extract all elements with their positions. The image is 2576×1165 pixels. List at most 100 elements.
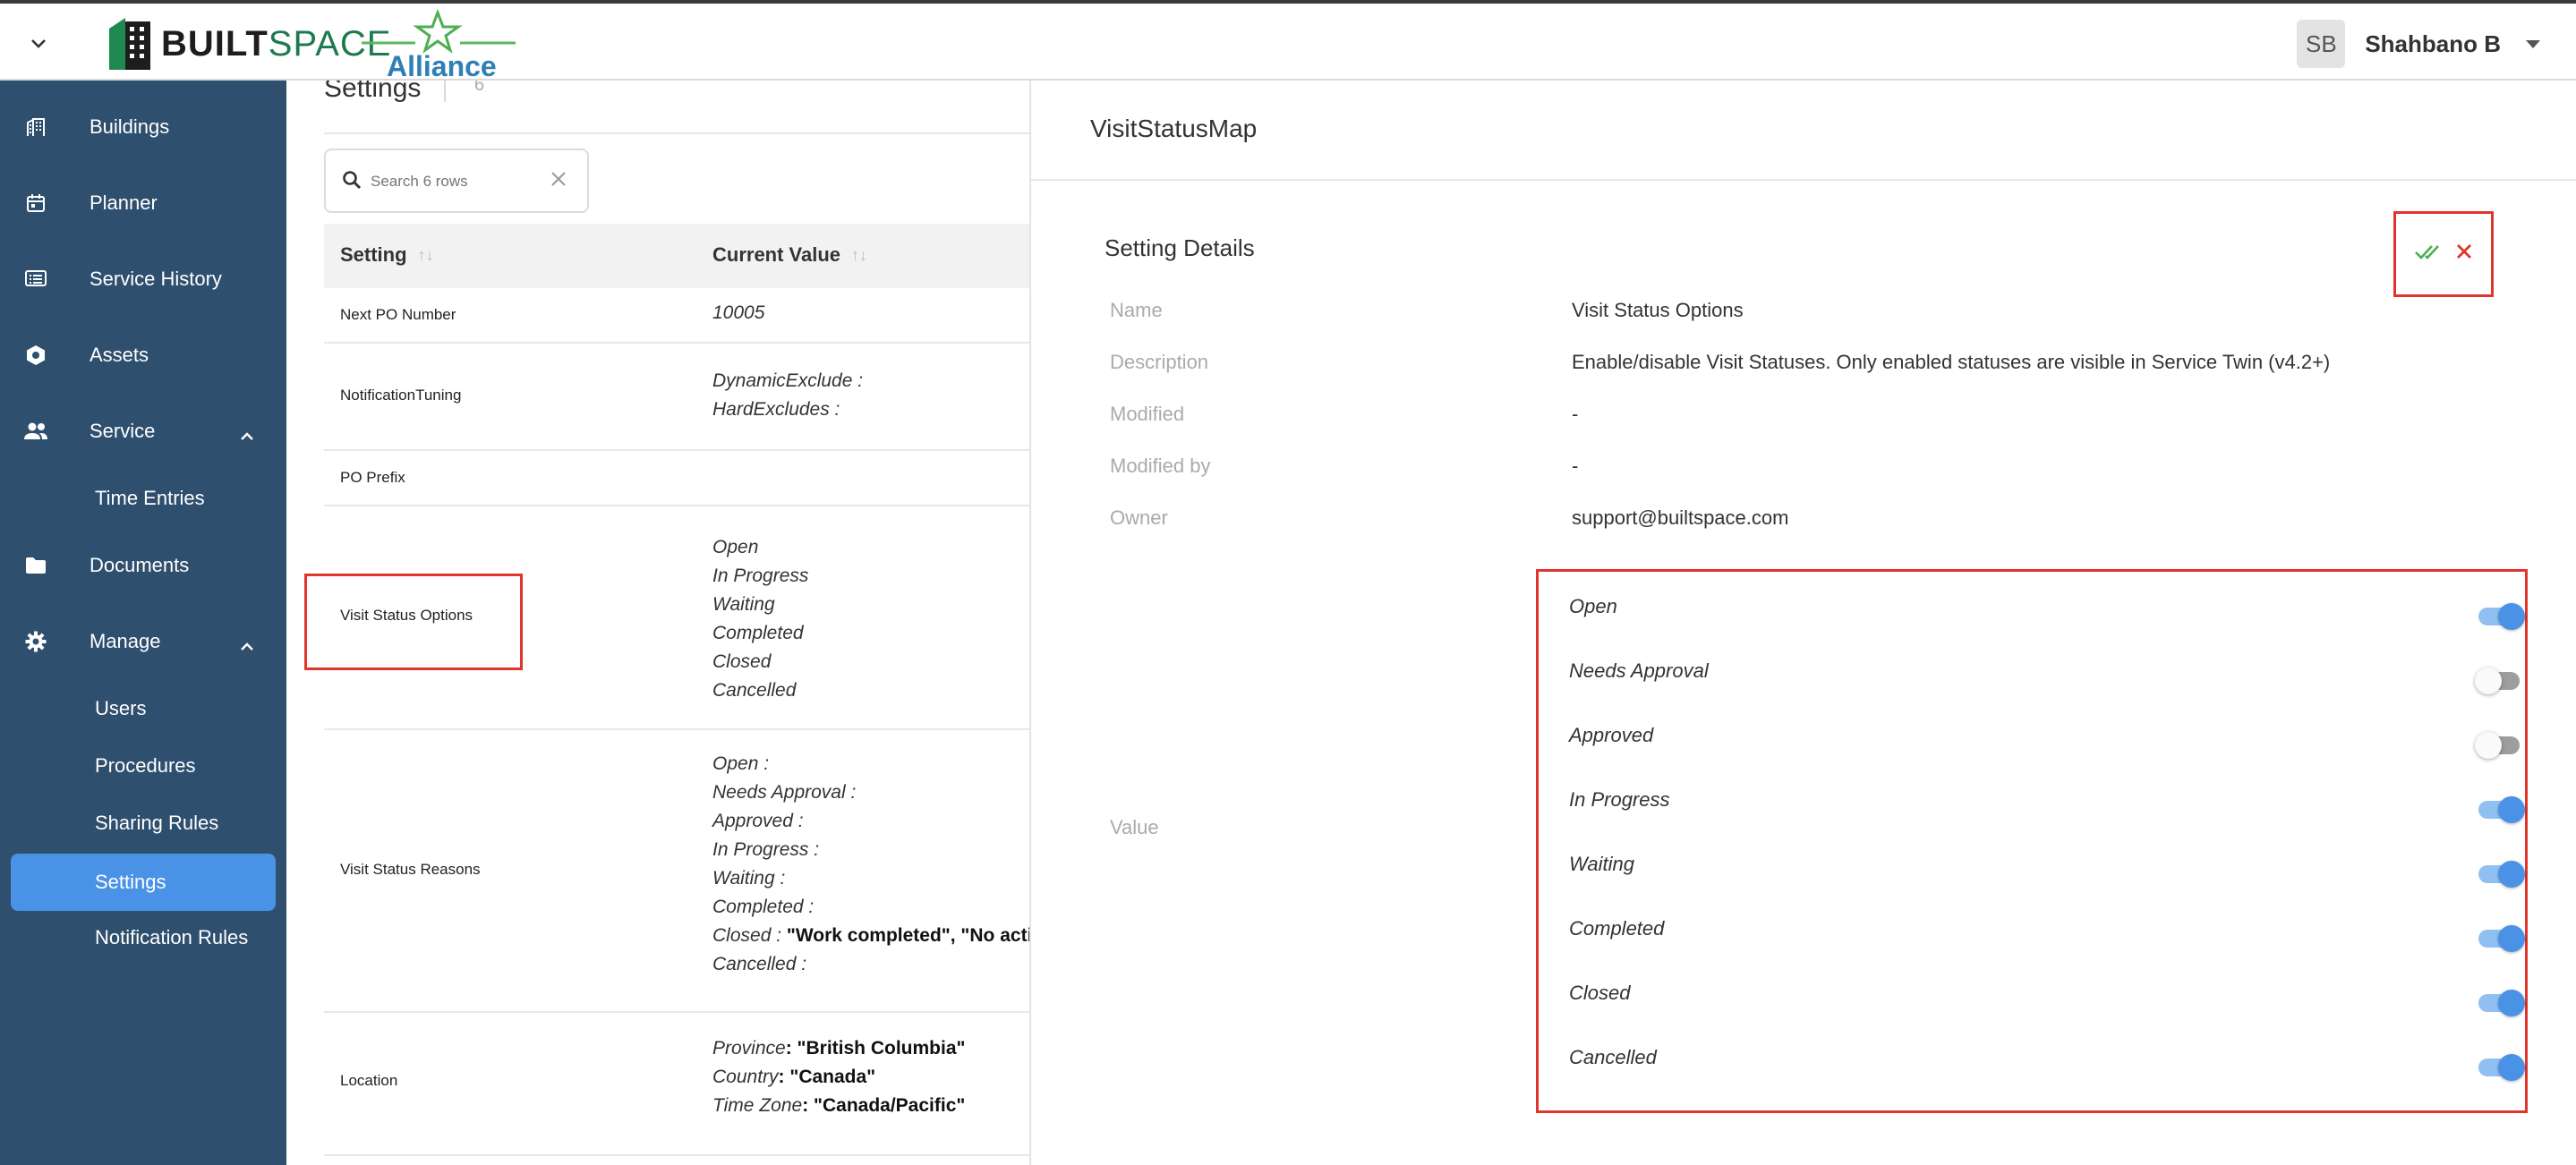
sidebar-item-users[interactable]: Users — [0, 686, 286, 731]
section-title: Setting Details — [1105, 234, 1255, 261]
building-logo-icon — [109, 18, 150, 70]
status-row-open: Open — [1569, 591, 2525, 645]
toggle-approved[interactable] — [2475, 732, 2520, 759]
page-title: Settings — [324, 81, 422, 103]
toggle-completed[interactable] — [2478, 925, 2525, 952]
field-value-description: Enable/disable Visit Statuses. Only enab… — [1572, 351, 2331, 373]
highlight-box — [304, 574, 523, 670]
field-label-description: Description — [1110, 351, 1209, 373]
status-row-in-progress: In Progress — [1569, 785, 2525, 838]
sidebar-item-documents[interactable]: Documents — [0, 539, 286, 592]
alliance-label: Alliance — [387, 50, 497, 82]
sidebar-item-service[interactable]: Service — [0, 404, 286, 458]
setting-name: Visit Status Reasons — [340, 861, 481, 878]
setting-name: PO Prefix — [340, 469, 405, 486]
user-menu[interactable]: SB Shahbano B — [2297, 20, 2540, 68]
setting-name: Next PO Number — [340, 306, 456, 323]
search-box — [324, 149, 589, 213]
setting-value: DynamicExclude : HardExcludes : — [712, 370, 864, 420]
edit-actions — [2393, 211, 2494, 297]
setting-name: NotificationTuning — [340, 387, 462, 404]
user-name: Shahbano B — [2365, 30, 2501, 57]
setting-value: Open : Needs Approval : Approved : In Pr… — [712, 753, 1031, 974]
chevron-up-icon — [240, 424, 254, 447]
caret-down-icon — [2526, 39, 2540, 48]
list-icon — [23, 267, 48, 292]
column-header-current-value[interactable]: Current Value ↑↓ — [712, 243, 867, 267]
status-row-needs-approval: Needs Approval — [1569, 656, 2520, 710]
toggle-needs-approval[interactable] — [2475, 668, 2520, 694]
close-icon[interactable] — [2455, 242, 2473, 265]
toggle-waiting[interactable] — [2478, 861, 2525, 888]
building-icon — [23, 115, 48, 140]
toggle-in-progress[interactable] — [2478, 796, 2525, 823]
settings-table-panel: Settings 6 Setting ↑↓ Current Value ↑↓ N… — [286, 81, 1031, 1165]
calendar-icon — [23, 191, 48, 216]
title-divider — [444, 81, 446, 102]
folder-icon — [23, 553, 48, 578]
search-input[interactable] — [371, 168, 541, 195]
sidebar-item-planner[interactable]: Planner — [0, 176, 286, 230]
status-row-waiting: Waiting — [1569, 849, 2525, 903]
sidebar: Buildings Planner Service History Assets… — [0, 81, 286, 1165]
people-icon — [23, 419, 48, 444]
sidebar-item-sharing-rules[interactable]: Sharing Rules — [0, 801, 286, 846]
confirm-icon[interactable] — [2414, 242, 2441, 265]
table-header: Setting ↑↓ Current Value ↑↓ — [324, 224, 1029, 288]
field-label-owner: Owner — [1110, 506, 1168, 529]
sidebar-item-buildings[interactable]: Buildings — [0, 100, 286, 154]
column-header-setting[interactable]: Setting ↑↓ — [340, 243, 434, 267]
sort-icon: ↑↓ — [417, 245, 434, 264]
sidebar-item-notification-rules[interactable]: Notification Rules — [0, 915, 286, 960]
row-count: 6 — [474, 81, 485, 95]
sidebar-item-manage[interactable]: Manage — [0, 615, 286, 668]
sort-icon: ↑↓ — [851, 245, 868, 264]
field-label-name: Name — [1110, 299, 1163, 321]
hexagon-icon — [23, 343, 48, 368]
table-row[interactable]: Location Province: "British Columbia" Co… — [324, 1013, 1029, 1156]
setting-value: Open In Progress Waiting Completed Close… — [712, 537, 809, 701]
table-row[interactable]: PO Prefix — [324, 451, 1029, 506]
toggle-open[interactable] — [2478, 603, 2525, 630]
toggle-cancelled[interactable] — [2478, 1054, 2525, 1081]
status-row-completed: Completed — [1569, 914, 2525, 967]
sidebar-item-assets[interactable]: Assets — [0, 328, 286, 382]
status-toggle-list: Open Needs Approval Approved In Progress… — [1536, 569, 2528, 1113]
field-label-modified-by: Modified by — [1110, 455, 1211, 477]
chevron-down-icon — [31, 39, 46, 48]
setting-name: Location — [340, 1072, 398, 1089]
alliance-star-icon — [362, 8, 516, 54]
avatar: SB — [2297, 20, 2346, 68]
setting-value: Province: "British Columbia" Country: "C… — [712, 1038, 966, 1116]
sidebar-item-procedures[interactable]: Procedures — [0, 744, 286, 788]
clear-search-icon[interactable] — [550, 170, 567, 192]
table-row[interactable]: Visit Status Reasons Open : Needs Approv… — [324, 730, 1031, 1013]
table-row[interactable]: Next PO Number 10005 — [324, 288, 1029, 344]
title-rule — [324, 132, 1029, 134]
status-row-approved: Approved — [1569, 720, 2520, 774]
status-row-cancelled: Cancelled — [1569, 1042, 2525, 1096]
alliance-logo: Alliance — [360, 8, 517, 82]
field-value-name: Visit Status Options — [1572, 299, 1744, 321]
chevron-up-icon — [240, 634, 254, 658]
field-label-value: Value — [1110, 816, 1159, 838]
toggle-closed[interactable] — [2478, 990, 2525, 1016]
search-icon — [342, 170, 362, 194]
field-value-modified-by: - — [1572, 455, 1579, 477]
setting-value: 10005 — [712, 302, 765, 323]
top-bar: BUILTSPACE Alliance SB Shahbano B — [0, 0, 2576, 82]
sidebar-item-settings[interactable]: Settings — [11, 854, 276, 911]
field-value-owner: support@builtspace.com — [1572, 506, 1789, 529]
gear-icon — [23, 629, 48, 654]
collapse-menu-button[interactable] — [23, 29, 54, 59]
field-label-modified: Modified — [1110, 403, 1185, 425]
detail-title: VisitStatusMap — [1090, 115, 1258, 142]
sidebar-item-service-history[interactable]: Service History — [0, 252, 286, 306]
table-row[interactable]: NotificationTuning DynamicExclude : Hard… — [324, 344, 1029, 451]
setting-detail-panel: VisitStatusMap Setting Details Name Visi… — [1031, 81, 2576, 1165]
logo-text: BUILTSPACE — [161, 23, 392, 64]
status-row-closed: Closed — [1569, 978, 2525, 1032]
sidebar-item-time-entries[interactable]: Time Entries — [0, 476, 286, 521]
field-value-modified: - — [1572, 403, 1579, 425]
builtspace-logo[interactable]: BUILTSPACE — [107, 14, 391, 73]
